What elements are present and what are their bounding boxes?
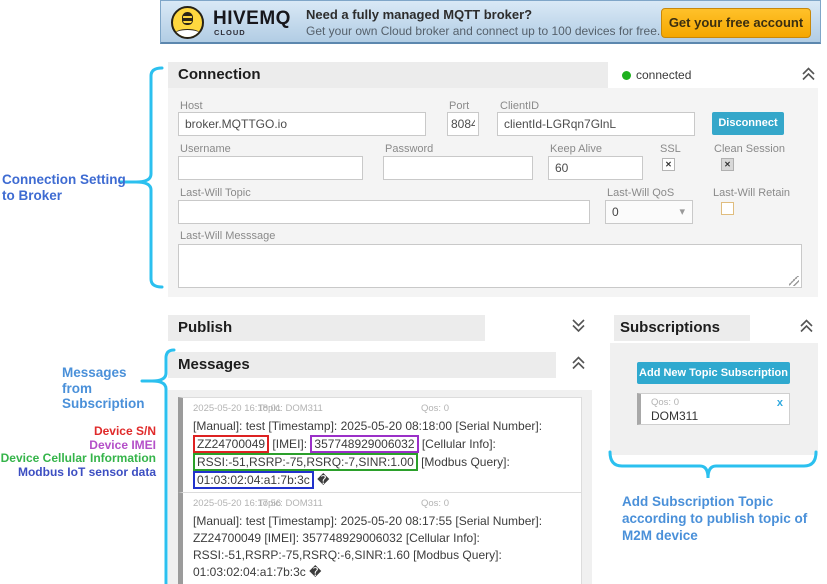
- message-qos: Qos: 0: [421, 403, 449, 414]
- connected-status-dot: [622, 71, 631, 80]
- publish-expand-icon[interactable]: [570, 318, 587, 333]
- message-topic: Topic: DOM311: [258, 403, 323, 414]
- message-payload: [Manual]: test [Timestamp]: 2025-05-20 0…: [193, 418, 573, 489]
- host-input[interactable]: [178, 112, 426, 136]
- password-input[interactable]: [383, 156, 533, 180]
- subscription-annotation-text: Add Subscription Topic according to publ…: [622, 493, 807, 544]
- keep-alive-input[interactable]: [548, 156, 643, 180]
- highlight-box-modbus: 01:03:02:04:a1:7b:3c: [193, 471, 314, 489]
- mqtt-websocket-client-screen: HIVEMQ CLOUD Need a fully managed MQTT b…: [0, 0, 827, 584]
- last-will-message-textarea[interactable]: [178, 244, 802, 288]
- subscriptions-collapse-icon[interactable]: [798, 318, 815, 333]
- dropdown-caret-icon: ▾: [679, 205, 685, 218]
- host-label: Host: [180, 100, 203, 112]
- clean-session-checkbox[interactable]: [721, 158, 734, 171]
- highlight-box-imei: 357748929006032: [310, 435, 418, 453]
- connection-annotation-text: Connection Setting to Broker: [2, 172, 126, 204]
- banner-subheadline: Get your own Cloud broker and connect up…: [306, 24, 660, 38]
- hivemq-bee-logo-icon: [171, 6, 204, 39]
- last-will-retain-label: Last-Will Retain: [713, 187, 790, 199]
- subscription-annotation-brace: [606, 448, 820, 484]
- subscriptions-panel: Add New Topic Subscription Qos: 0 DOM311…: [610, 343, 818, 455]
- publish-title: Publish: [178, 319, 232, 336]
- last-will-qos-label: Last-Will QoS: [607, 187, 674, 199]
- ssl-label: SSL: [660, 143, 681, 155]
- clientid-input[interactable]: [497, 112, 695, 136]
- message-highlight-legend: Device S/N Device IMEI Device Cellular I…: [0, 425, 156, 479]
- subscription-card: Qos: 0 DOM311 x: [637, 393, 790, 425]
- last-will-qos-select[interactable]: 0 ▾: [605, 200, 693, 224]
- disconnect-button[interactable]: Disconnect: [712, 112, 784, 135]
- legend-device-cellular: Device Cellular Information: [0, 452, 156, 465]
- connection-collapse-icon[interactable]: [800, 66, 817, 81]
- messages-annotation-text: Messages from Subscription: [62, 366, 145, 413]
- port-label: Port: [449, 100, 469, 112]
- banner-headline: Need a fully managed MQTT broker?: [306, 7, 532, 22]
- message-payload: [Manual]: test [Timestamp]: 2025-05-20 0…: [193, 513, 573, 581]
- last-will-retain-checkbox[interactable]: [721, 202, 734, 215]
- ssl-checkbox[interactable]: [662, 158, 675, 171]
- subscription-topic: DOM311: [651, 409, 783, 423]
- message-topic: Topic: DOM311: [258, 498, 323, 509]
- message-card: 2025-05-20 16:18:01 Topic: DOM311 Qos: 0…: [178, 397, 582, 496]
- password-label: Password: [385, 143, 433, 155]
- hivemq-logo-subtitle: CLOUD: [214, 28, 246, 37]
- last-will-topic-label: Last-Will Topic: [180, 187, 251, 199]
- add-new-topic-subscription-button[interactable]: Add New Topic Subscription: [637, 362, 790, 384]
- last-will-message-label: Last-Will Messsage: [180, 230, 275, 242]
- last-will-qos-value: 0: [612, 205, 619, 219]
- port-input[interactable]: [447, 112, 479, 136]
- messages-title: Messages: [178, 356, 250, 373]
- message-qos: Qos: 0: [421, 498, 449, 509]
- message-card: 2025-05-20 16:17:56 Topic: DOM311 Qos: 0…: [178, 492, 582, 584]
- subscription-qos: Qos: 0: [651, 397, 783, 408]
- connection-form: Host Port ClientID Disconnect Username P…: [168, 88, 818, 297]
- subscriptions-title: Subscriptions: [620, 319, 720, 336]
- messages-collapse-icon[interactable]: [570, 355, 587, 370]
- username-input[interactable]: [178, 156, 363, 180]
- textarea-resize-handle[interactable]: [789, 276, 799, 286]
- legend-device-imei: Device IMEI: [0, 439, 156, 452]
- highlight-box-serial: ZZ24700049: [193, 435, 269, 453]
- legend-device-sn: Device S/N: [0, 425, 156, 438]
- remove-subscription-button[interactable]: x: [777, 397, 783, 409]
- clientid-label: ClientID: [500, 100, 539, 112]
- hivemq-logo-title: HIVEMQ: [213, 8, 291, 30]
- connection-title: Connection: [178, 66, 261, 83]
- username-label: Username: [180, 143, 231, 155]
- hivemq-cloud-banner: HIVEMQ CLOUD Need a fully managed MQTT b…: [160, 0, 821, 44]
- connection-status-text: connected: [636, 68, 691, 82]
- get-free-account-button[interactable]: Get your free account: [661, 8, 811, 38]
- legend-modbus-sensor: Modbus IoT sensor data: [0, 466, 156, 479]
- highlight-box-cellular: RSSI:-51,RSRP:-75,RSRQ:-7,SINR:1.00: [193, 453, 418, 471]
- clean-session-label: Clean Session: [714, 143, 785, 155]
- messages-panel: 2025-05-20 16:18:01 Topic: DOM311 Qos: 0…: [168, 390, 592, 584]
- last-will-topic-input[interactable]: [178, 200, 590, 224]
- keep-alive-label: Keep Alive: [550, 143, 602, 155]
